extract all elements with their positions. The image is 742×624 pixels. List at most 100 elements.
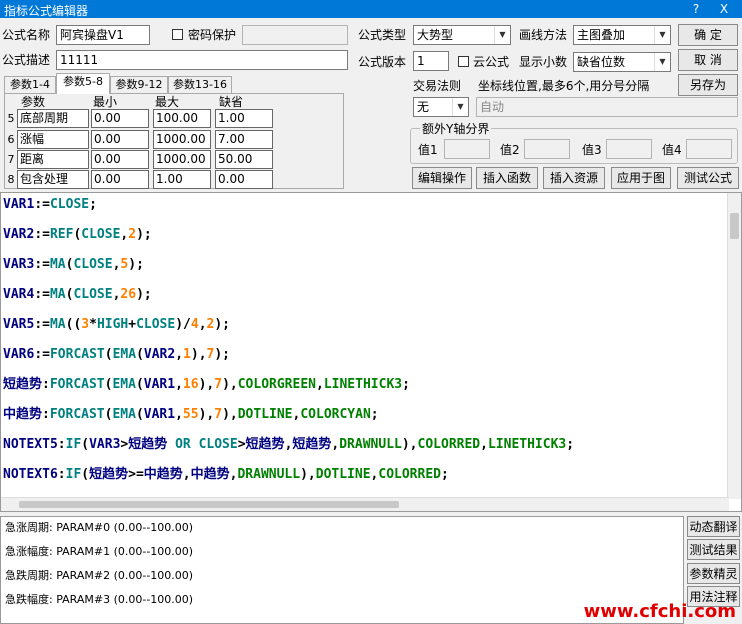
extra-y-label: 额外Y轴分界 [420, 121, 492, 137]
cancel-button[interactable]: 取 消 [678, 49, 738, 71]
draw-select-value: 主图叠加 [577, 28, 626, 42]
axis-input[interactable]: 自动 [476, 97, 738, 117]
code-line: 短趋势:FORCAST(EMA(VAR1,16),7),COLORGREEN,L… [3, 377, 410, 392]
param-default-cell[interactable]: 1.00 [215, 109, 273, 128]
help-line: 急跌幅度: PARAM#3 (0.00--100.00) [5, 593, 194, 606]
param-max-cell[interactable]: 1000.00 [153, 150, 211, 169]
save-as-button[interactable]: 另存为 [678, 74, 738, 96]
row-number: 6 [7, 133, 15, 146]
title-bar: 指标公式编辑器 ? X [0, 0, 742, 18]
edit-ops-button[interactable]: 编辑操作 [412, 167, 472, 189]
code-line: VAR6:=FORCAST(EMA(VAR2,1),7); [3, 347, 231, 362]
cloud-label: 云公式 [473, 55, 510, 69]
code-line: VAR3:=MA(CLOSE,5); [3, 257, 144, 272]
row-number: 5 [7, 112, 15, 125]
draw-select[interactable]: 主图叠加 ▼ [573, 25, 671, 45]
val1-input[interactable] [444, 139, 490, 159]
code-line: 中趋势:FORCAST(EMA(VAR1,55),7),DOTLINE,COLO… [3, 407, 379, 422]
close-icon[interactable]: X [710, 0, 738, 18]
chevron-down-icon: ▼ [654, 53, 670, 71]
param-max-cell[interactable]: 100.00 [153, 109, 211, 128]
help-line: 急涨幅度: PARAM#1 (0.00--100.00) [5, 545, 194, 558]
code-line: NOTEXT5:IF(VAR3>短趋势 OR CLOSE>短趋势,短趋势,DRA… [3, 437, 575, 452]
val1-label: 值1 [418, 143, 438, 157]
param-min-cell[interactable]: 0.00 [91, 150, 149, 169]
params-grid: 参数 最小 最大 缺省 5 底部周期 0.00 100.00 1.00 6 涨幅… [4, 93, 344, 189]
param-name-cell[interactable]: 涨幅 [17, 130, 89, 149]
trade-select-value: 无 [417, 100, 430, 114]
param-name-cell[interactable]: 包含处理 [17, 170, 89, 189]
val2-label: 值2 [500, 143, 520, 157]
horizontal-scrollbar[interactable] [1, 497, 729, 511]
param-max-cell[interactable]: 1.00 [153, 170, 211, 189]
code-editor[interactable]: VAR1:=CLOSE; VAR2:=REF(CLOSE,2); VAR3:=M… [0, 192, 742, 512]
chevron-down-icon: ▼ [452, 98, 468, 116]
code-line: NOTEXT6:IF(短趋势>=中趋势,中趋势,DRAWNULL),DOTLIN… [3, 467, 449, 482]
param-min-cell[interactable]: 0.00 [91, 130, 149, 149]
decimals-select-value: 缺省位数 [577, 55, 626, 69]
decimals-label: 显示小数 [519, 55, 568, 69]
val4-input[interactable] [686, 139, 732, 159]
insert-res-button[interactable]: 插入资源 [543, 167, 605, 189]
scroll-thumb[interactable] [19, 501, 399, 508]
desc-label: 公式描述 [2, 53, 51, 67]
test-formula-button[interactable]: 测试公式 [677, 167, 739, 189]
trade-label: 交易法则 [413, 79, 462, 93]
type-label: 公式类型 [358, 28, 407, 42]
param-default-cell[interactable]: 50.00 [215, 150, 273, 169]
help-line: 急涨周期: PARAM#0 (0.00--100.00) [5, 521, 194, 534]
header-max: 最大 [155, 95, 180, 109]
help-icon[interactable]: ? [682, 0, 710, 18]
row-number: 8 [7, 173, 15, 186]
version-input[interactable]: 1 [413, 51, 449, 71]
header-param: 参数 [21, 95, 46, 109]
name-input[interactable]: 阿宾操盘V1 [56, 25, 150, 45]
tab-params-13-16[interactable]: 参数13-16 [168, 76, 232, 93]
tab-params-9-12[interactable]: 参数9-12 [110, 76, 168, 93]
val3-label: 值3 [582, 143, 602, 157]
header-min: 最小 [93, 95, 118, 109]
trade-select[interactable]: 无 ▼ [413, 97, 469, 117]
param-max-cell[interactable]: 1000.00 [153, 130, 211, 149]
tab-params-5-8[interactable]: 参数5-8 [56, 73, 110, 94]
password-input[interactable] [242, 25, 348, 45]
code-line: VAR1:=CLOSE; [3, 197, 97, 212]
val4-label: 值4 [662, 143, 682, 157]
test-result-button[interactable]: 测试结果 [687, 539, 740, 560]
val2-input[interactable] [524, 139, 570, 159]
dyn-translate-button[interactable]: 动态翻译 [687, 516, 740, 537]
password-label: 密码保护 [188, 28, 237, 42]
param-min-cell[interactable]: 0.00 [91, 109, 149, 128]
ok-button[interactable]: 确 定 [678, 24, 738, 46]
param-name-cell[interactable]: 底部周期 [17, 109, 89, 128]
draw-label: 画线方法 [519, 28, 568, 42]
chevron-down-icon: ▼ [654, 26, 670, 44]
watermark: www.cfchi.com [583, 601, 736, 622]
header-default: 缺省 [219, 95, 244, 109]
param-help-panel: 急涨周期: PARAM#0 (0.00--100.00) 急涨幅度: PARAM… [0, 516, 684, 624]
param-wizard-button[interactable]: 参数精灵 [687, 563, 740, 584]
type-select-value: 大势型 [417, 28, 454, 42]
insert-func-button[interactable]: 插入函数 [476, 167, 538, 189]
decimals-select[interactable]: 缺省位数 ▼ [573, 52, 671, 72]
cloud-checkbox[interactable] [458, 56, 469, 67]
version-label: 公式版本 [358, 55, 407, 69]
code-line: VAR5:=MA((3*HIGH+CLOSE)/4,2); [3, 317, 231, 332]
scroll-thumb[interactable] [730, 213, 739, 239]
param-default-cell[interactable]: 0.00 [215, 170, 273, 189]
vertical-scrollbar[interactable] [727, 193, 741, 499]
type-select[interactable]: 大势型 ▼ [413, 25, 511, 45]
param-name-cell[interactable]: 距离 [17, 150, 89, 169]
param-default-cell[interactable]: 7.00 [215, 130, 273, 149]
val3-input[interactable] [606, 139, 652, 159]
code-line: VAR2:=REF(CLOSE,2); [3, 227, 152, 242]
desc-input[interactable]: 11111 [56, 50, 348, 70]
password-checkbox[interactable] [172, 29, 183, 40]
tab-params-1-4[interactable]: 参数1-4 [4, 76, 56, 93]
apply-chart-button[interactable]: 应用于图 [611, 167, 671, 189]
code-line: VAR4:=MA(CLOSE,26); [3, 287, 152, 302]
chevron-down-icon: ▼ [494, 26, 510, 44]
row-number: 7 [7, 153, 15, 166]
param-min-cell[interactable]: 0.00 [91, 170, 149, 189]
axis-hint: 坐标线位置,最多6个,用分号分隔 [478, 79, 650, 93]
